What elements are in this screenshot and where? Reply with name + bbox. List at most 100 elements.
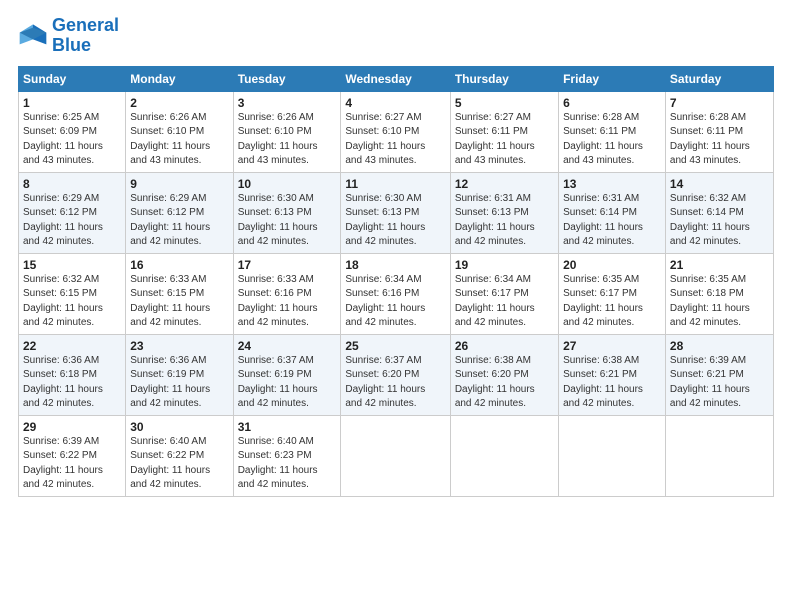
logo: General Blue bbox=[18, 16, 119, 56]
day-cell: 18Sunrise: 6:34 AMSunset: 6:16 PMDayligh… bbox=[341, 253, 450, 334]
day-cell: 2Sunrise: 6:26 AMSunset: 6:10 PMDaylight… bbox=[126, 91, 233, 172]
day-number: 31 bbox=[238, 420, 337, 434]
day-cell bbox=[665, 415, 773, 496]
day-number: 3 bbox=[238, 96, 337, 110]
day-number: 29 bbox=[23, 420, 121, 434]
day-info: Sunrise: 6:33 AMSunset: 6:15 PMDaylight:… bbox=[130, 273, 228, 331]
day-number: 4 bbox=[345, 96, 445, 110]
day-number: 22 bbox=[23, 339, 121, 353]
day-cell: 26Sunrise: 6:38 AMSunset: 6:20 PMDayligh… bbox=[450, 334, 558, 415]
col-header-wednesday: Wednesday bbox=[341, 66, 450, 91]
page: General Blue SundayMondayTuesdayWednesda… bbox=[0, 0, 792, 612]
day-info: Sunrise: 6:28 AMSunset: 6:11 PMDaylight:… bbox=[670, 111, 769, 169]
week-row-3: 15Sunrise: 6:32 AMSunset: 6:15 PMDayligh… bbox=[19, 253, 774, 334]
day-cell: 21Sunrise: 6:35 AMSunset: 6:18 PMDayligh… bbox=[665, 253, 773, 334]
day-number: 10 bbox=[238, 177, 337, 191]
day-cell: 25Sunrise: 6:37 AMSunset: 6:20 PMDayligh… bbox=[341, 334, 450, 415]
col-header-monday: Monday bbox=[126, 66, 233, 91]
day-info: Sunrise: 6:40 AMSunset: 6:22 PMDaylight:… bbox=[130, 435, 228, 493]
day-number: 6 bbox=[563, 96, 661, 110]
day-number: 9 bbox=[130, 177, 228, 191]
day-cell: 31Sunrise: 6:40 AMSunset: 6:23 PMDayligh… bbox=[233, 415, 341, 496]
day-cell: 30Sunrise: 6:40 AMSunset: 6:22 PMDayligh… bbox=[126, 415, 233, 496]
day-number: 14 bbox=[670, 177, 769, 191]
day-info: Sunrise: 6:31 AMSunset: 6:13 PMDaylight:… bbox=[455, 192, 554, 250]
day-info: Sunrise: 6:34 AMSunset: 6:16 PMDaylight:… bbox=[345, 273, 445, 331]
day-info: Sunrise: 6:35 AMSunset: 6:18 PMDaylight:… bbox=[670, 273, 769, 331]
col-header-sunday: Sunday bbox=[19, 66, 126, 91]
day-cell: 11Sunrise: 6:30 AMSunset: 6:13 PMDayligh… bbox=[341, 172, 450, 253]
day-number: 17 bbox=[238, 258, 337, 272]
day-number: 25 bbox=[345, 339, 445, 353]
day-number: 5 bbox=[455, 96, 554, 110]
day-info: Sunrise: 6:29 AMSunset: 6:12 PMDaylight:… bbox=[23, 192, 121, 250]
week-row-4: 22Sunrise: 6:36 AMSunset: 6:18 PMDayligh… bbox=[19, 334, 774, 415]
day-info: Sunrise: 6:36 AMSunset: 6:19 PMDaylight:… bbox=[130, 354, 228, 412]
day-info: Sunrise: 6:37 AMSunset: 6:20 PMDaylight:… bbox=[345, 354, 445, 412]
day-number: 8 bbox=[23, 177, 121, 191]
day-info: Sunrise: 6:32 AMSunset: 6:14 PMDaylight:… bbox=[670, 192, 769, 250]
calendar-header-row: SundayMondayTuesdayWednesdayThursdayFrid… bbox=[19, 66, 774, 91]
day-info: Sunrise: 6:30 AMSunset: 6:13 PMDaylight:… bbox=[345, 192, 445, 250]
day-info: Sunrise: 6:32 AMSunset: 6:15 PMDaylight:… bbox=[23, 273, 121, 331]
day-cell: 17Sunrise: 6:33 AMSunset: 6:16 PMDayligh… bbox=[233, 253, 341, 334]
day-cell: 24Sunrise: 6:37 AMSunset: 6:19 PMDayligh… bbox=[233, 334, 341, 415]
logo-icon bbox=[18, 21, 48, 51]
week-row-2: 8Sunrise: 6:29 AMSunset: 6:12 PMDaylight… bbox=[19, 172, 774, 253]
day-cell: 16Sunrise: 6:33 AMSunset: 6:15 PMDayligh… bbox=[126, 253, 233, 334]
day-info: Sunrise: 6:35 AMSunset: 6:17 PMDaylight:… bbox=[563, 273, 661, 331]
day-cell bbox=[341, 415, 450, 496]
day-info: Sunrise: 6:26 AMSunset: 6:10 PMDaylight:… bbox=[130, 111, 228, 169]
day-info: Sunrise: 6:39 AMSunset: 6:21 PMDaylight:… bbox=[670, 354, 769, 412]
day-cell: 7Sunrise: 6:28 AMSunset: 6:11 PMDaylight… bbox=[665, 91, 773, 172]
day-number: 12 bbox=[455, 177, 554, 191]
day-info: Sunrise: 6:40 AMSunset: 6:23 PMDaylight:… bbox=[238, 435, 337, 493]
day-cell: 12Sunrise: 6:31 AMSunset: 6:13 PMDayligh… bbox=[450, 172, 558, 253]
day-info: Sunrise: 6:28 AMSunset: 6:11 PMDaylight:… bbox=[563, 111, 661, 169]
day-cell: 1Sunrise: 6:25 AMSunset: 6:09 PMDaylight… bbox=[19, 91, 126, 172]
day-number: 23 bbox=[130, 339, 228, 353]
day-cell: 6Sunrise: 6:28 AMSunset: 6:11 PMDaylight… bbox=[559, 91, 666, 172]
logo-text: General Blue bbox=[52, 16, 119, 56]
day-number: 21 bbox=[670, 258, 769, 272]
day-number: 30 bbox=[130, 420, 228, 434]
day-cell: 19Sunrise: 6:34 AMSunset: 6:17 PMDayligh… bbox=[450, 253, 558, 334]
day-cell: 3Sunrise: 6:26 AMSunset: 6:10 PMDaylight… bbox=[233, 91, 341, 172]
day-cell: 5Sunrise: 6:27 AMSunset: 6:11 PMDaylight… bbox=[450, 91, 558, 172]
day-info: Sunrise: 6:27 AMSunset: 6:11 PMDaylight:… bbox=[455, 111, 554, 169]
day-cell bbox=[559, 415, 666, 496]
header: General Blue bbox=[18, 16, 774, 56]
day-number: 19 bbox=[455, 258, 554, 272]
day-number: 7 bbox=[670, 96, 769, 110]
day-info: Sunrise: 6:33 AMSunset: 6:16 PMDaylight:… bbox=[238, 273, 337, 331]
day-info: Sunrise: 6:26 AMSunset: 6:10 PMDaylight:… bbox=[238, 111, 337, 169]
day-cell: 27Sunrise: 6:38 AMSunset: 6:21 PMDayligh… bbox=[559, 334, 666, 415]
day-cell: 14Sunrise: 6:32 AMSunset: 6:14 PMDayligh… bbox=[665, 172, 773, 253]
day-number: 2 bbox=[130, 96, 228, 110]
week-row-1: 1Sunrise: 6:25 AMSunset: 6:09 PMDaylight… bbox=[19, 91, 774, 172]
day-number: 15 bbox=[23, 258, 121, 272]
col-header-saturday: Saturday bbox=[665, 66, 773, 91]
day-number: 11 bbox=[345, 177, 445, 191]
calendar-table: SundayMondayTuesdayWednesdayThursdayFrid… bbox=[18, 66, 774, 497]
day-cell: 28Sunrise: 6:39 AMSunset: 6:21 PMDayligh… bbox=[665, 334, 773, 415]
day-number: 27 bbox=[563, 339, 661, 353]
day-cell: 8Sunrise: 6:29 AMSunset: 6:12 PMDaylight… bbox=[19, 172, 126, 253]
day-cell: 23Sunrise: 6:36 AMSunset: 6:19 PMDayligh… bbox=[126, 334, 233, 415]
day-cell: 4Sunrise: 6:27 AMSunset: 6:10 PMDaylight… bbox=[341, 91, 450, 172]
day-info: Sunrise: 6:29 AMSunset: 6:12 PMDaylight:… bbox=[130, 192, 228, 250]
col-header-tuesday: Tuesday bbox=[233, 66, 341, 91]
day-info: Sunrise: 6:37 AMSunset: 6:19 PMDaylight:… bbox=[238, 354, 337, 412]
day-cell: 29Sunrise: 6:39 AMSunset: 6:22 PMDayligh… bbox=[19, 415, 126, 496]
day-number: 18 bbox=[345, 258, 445, 272]
day-number: 13 bbox=[563, 177, 661, 191]
day-cell: 20Sunrise: 6:35 AMSunset: 6:17 PMDayligh… bbox=[559, 253, 666, 334]
day-info: Sunrise: 6:30 AMSunset: 6:13 PMDaylight:… bbox=[238, 192, 337, 250]
day-info: Sunrise: 6:36 AMSunset: 6:18 PMDaylight:… bbox=[23, 354, 121, 412]
col-header-thursday: Thursday bbox=[450, 66, 558, 91]
day-info: Sunrise: 6:34 AMSunset: 6:17 PMDaylight:… bbox=[455, 273, 554, 331]
day-info: Sunrise: 6:31 AMSunset: 6:14 PMDaylight:… bbox=[563, 192, 661, 250]
day-cell: 13Sunrise: 6:31 AMSunset: 6:14 PMDayligh… bbox=[559, 172, 666, 253]
day-number: 24 bbox=[238, 339, 337, 353]
day-info: Sunrise: 6:25 AMSunset: 6:09 PMDaylight:… bbox=[23, 111, 121, 169]
